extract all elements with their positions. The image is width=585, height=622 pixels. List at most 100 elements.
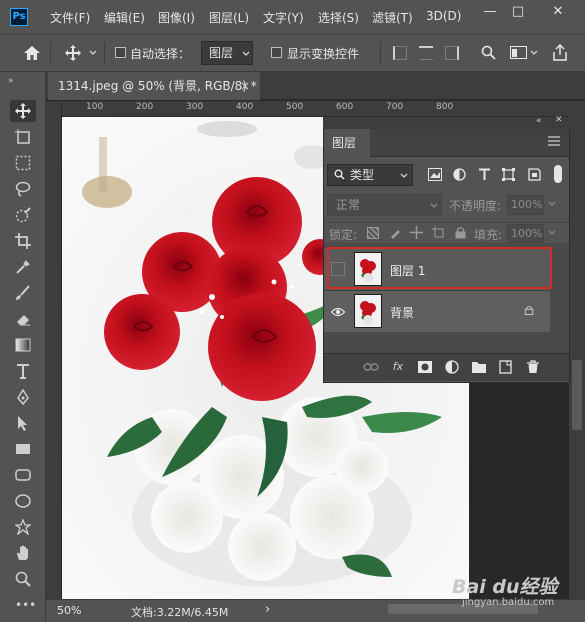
search-icon[interactable] [481, 45, 496, 60]
eyedropper-tool[interactable] [10, 256, 36, 278]
rounded-rect-tool[interactable] [10, 464, 36, 486]
close-tab-icon[interactable]: × [240, 79, 250, 93]
eraser-tool[interactable] [10, 308, 36, 330]
layers-tab[interactable]: 图层 [324, 129, 370, 157]
link-icon[interactable] [363, 360, 379, 374]
ellipse-tool[interactable] [10, 490, 36, 512]
path-select-tool[interactable] [10, 412, 36, 434]
align-left-icon[interactable] [393, 46, 407, 60]
fill-field[interactable]: 100% [507, 224, 544, 244]
trash-icon[interactable] [525, 360, 541, 374]
filter-toggle-switch[interactable] [554, 165, 562, 183]
adjustment-icon[interactable] [444, 360, 460, 374]
menu-image[interactable]: 图像(I) [158, 9, 195, 26]
adjustment-layer-filter-icon[interactable] [453, 168, 466, 181]
quick-select-tool[interactable] [10, 204, 36, 226]
document-size-info[interactable]: 文档:3.22M/6.45M [131, 604, 228, 620]
chevron-down-icon[interactable] [548, 201, 556, 207]
zoom-level[interactable]: 50% [57, 604, 81, 617]
auto-select-target-dropdown[interactable]: 图层 [201, 41, 253, 65]
lock-position-icon[interactable] [410, 226, 423, 239]
move-tool-icon[interactable] [64, 44, 82, 62]
blend-mode-dropdown[interactable]: 正常 [327, 194, 442, 216]
layer-filter-dropdown[interactable]: 类型 [327, 164, 413, 186]
artboard-icon [15, 129, 30, 144]
brush-tool[interactable] [10, 282, 36, 304]
status-menu-arrow[interactable]: › [265, 602, 270, 617]
lock-image-pixels-icon[interactable] [389, 227, 401, 239]
vertical-scrollbar[interactable] [569, 101, 585, 599]
fx-icon[interactable]: fx [390, 360, 406, 374]
minimize-button[interactable]: — [477, 2, 503, 22]
type-tool[interactable] [10, 360, 36, 382]
zoom-icon [15, 571, 31, 587]
lock-label: 锁定: [329, 228, 358, 242]
pixel-layer-filter-icon[interactable] [428, 168, 442, 181]
shape-layer-filter-icon[interactable] [502, 168, 515, 181]
pen-tool[interactable] [10, 386, 36, 408]
lasso-tool[interactable] [10, 178, 36, 200]
share-icon[interactable] [552, 44, 568, 61]
watermark-url: jingyan.baidu.com [462, 597, 555, 608]
menu-layer[interactable]: 图层(L) [209, 9, 249, 26]
rectangle-tool[interactable] [10, 438, 36, 460]
chevron-down-icon[interactable] [530, 50, 538, 56]
more-tools-icon[interactable]: ••• [15, 598, 36, 612]
chevron-down-icon[interactable] [89, 50, 97, 56]
close-panel-icon[interactable]: ✕ [555, 115, 563, 125]
menu-select[interactable]: 选择(S) [318, 9, 359, 26]
type-layer-filter-icon[interactable] [478, 168, 491, 181]
ruler-tick: 600 [336, 102, 354, 112]
type-icon [17, 364, 29, 379]
menu-type[interactable]: 文字(Y) [263, 9, 304, 26]
gradient-tool[interactable] [10, 334, 36, 356]
panel-menu-icon[interactable] [548, 136, 560, 146]
ruler-tick: 500 [286, 102, 304, 112]
home-icon[interactable] [23, 45, 41, 61]
eye-icon[interactable] [331, 305, 345, 319]
layer-filter-value: 类型 [350, 168, 375, 182]
move-tool[interactable] [10, 100, 36, 122]
new-layer-icon[interactable] [498, 360, 514, 374]
collapse-panel-icon[interactable]: « [536, 116, 542, 126]
marquee-tool[interactable] [10, 152, 36, 174]
layer-thumbnail-image [355, 295, 381, 327]
ellipse-icon [15, 494, 31, 508]
layer-name[interactable]: 背景 [390, 304, 414, 321]
chevron-down-icon[interactable] [548, 230, 556, 236]
align-center-icon[interactable] [419, 46, 433, 60]
lock-icon [524, 305, 534, 315]
menu-3d[interactable]: 3D(D) [426, 9, 461, 23]
custom-shape-tool[interactable] [10, 516, 36, 538]
eyedropper-icon [16, 260, 30, 274]
opacity-field[interactable]: 100% [507, 195, 544, 215]
show-transform-label: 显示变换控件 [287, 47, 360, 61]
zoom-tool[interactable] [10, 568, 36, 590]
document-tab[interactable]: 1314.jpeg @ 50% (背景, RGB/8) * [48, 72, 260, 100]
smart-object-filter-icon[interactable] [528, 168, 541, 181]
align-right-icon[interactable] [445, 46, 459, 60]
rectangle-icon [16, 444, 30, 454]
show-transform-checkbox[interactable] [271, 47, 282, 58]
auto-select-checkbox[interactable] [115, 47, 126, 58]
lock-artboard-icon[interactable] [432, 226, 445, 239]
group-folder-icon[interactable] [471, 360, 487, 374]
crop-tool[interactable] [10, 230, 36, 252]
artboard-tool[interactable] [10, 126, 36, 148]
menu-edit[interactable]: 编辑(E) [104, 9, 145, 26]
menu-filter[interactable]: 滤镜(T) [372, 9, 413, 26]
hand-tool[interactable] [10, 542, 36, 564]
ruler-tick: 300 [186, 102, 204, 112]
lock-transparency-icon[interactable] [367, 227, 379, 239]
vertical-ruler [46, 101, 62, 599]
quick-select-icon [15, 207, 31, 223]
close-window-button[interactable]: ✕ [545, 2, 571, 22]
vertical-scrollbar-thumb[interactable] [572, 360, 582, 430]
maximize-button[interactable]: □ [505, 2, 531, 22]
menu-file[interactable]: 文件(F) [50, 9, 90, 26]
auto-select-label: 自动选择： [130, 47, 191, 61]
collapse-icon[interactable]: » [8, 76, 14, 86]
lock-all-icon[interactable] [455, 226, 466, 239]
workspace-icon[interactable] [510, 46, 527, 59]
mask-icon[interactable] [417, 360, 433, 374]
